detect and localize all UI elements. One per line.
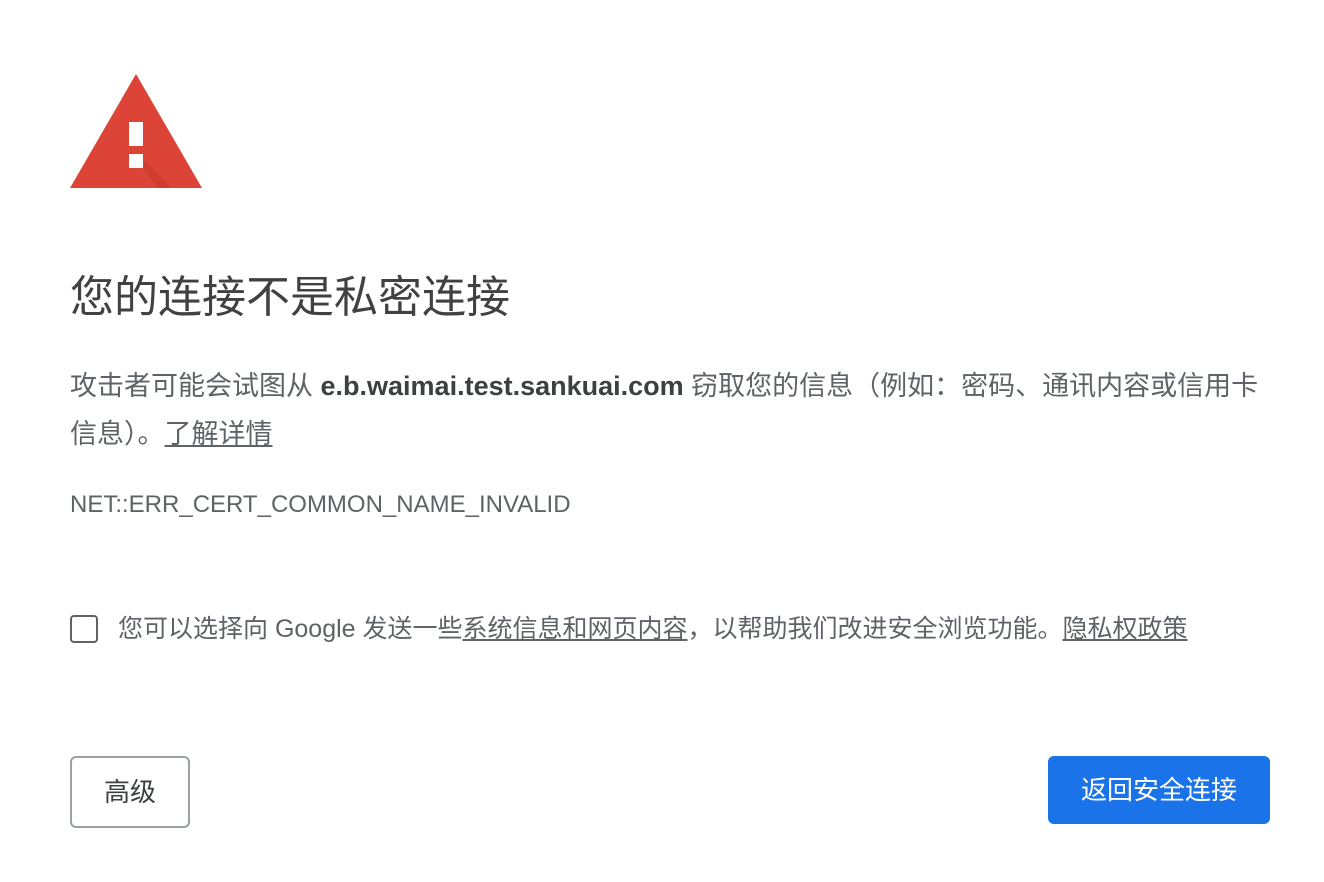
optin-text-prefix: 您可以选择向 Google 发送一些 [118,615,463,643]
optin-text: 您可以选择向 Google 发送一些系统信息和网页内容，以帮助我们改进安全浏览功… [118,612,1188,646]
error-code: NET::ERR_CERT_COMMON_NAME_INVALID [70,491,571,518]
domain-name: e.b.waimai.test.sankuai.com [320,371,684,401]
error-explanation: 攻击者可能会试图从 e.b.waimai.test.sankuai.com 窃取… [70,362,1270,458]
page-title: 您的连接不是私密连接 [70,273,510,322]
safe-browsing-optin: 您可以选择向 Google 发送一些系统信息和网页内容，以帮助我们改进安全浏览功… [70,612,1188,646]
system-info-link[interactable]: 系统信息和网页内容 [463,615,688,643]
back-to-safety-button[interactable]: 返回安全连接 [1048,756,1270,824]
optin-text-middle: ，以帮助我们改进安全浏览功能。 [687,615,1063,643]
warning-triangle-icon [70,74,202,188]
privacy-policy-link[interactable]: 隐私权政策 [1063,615,1188,643]
explanation-prefix: 攻击者可能会试图从 [70,371,321,401]
optin-checkbox[interactable] [70,615,98,643]
learn-more-link[interactable]: 了解详情 [165,419,273,449]
advanced-button[interactable]: 高级 [70,756,190,828]
